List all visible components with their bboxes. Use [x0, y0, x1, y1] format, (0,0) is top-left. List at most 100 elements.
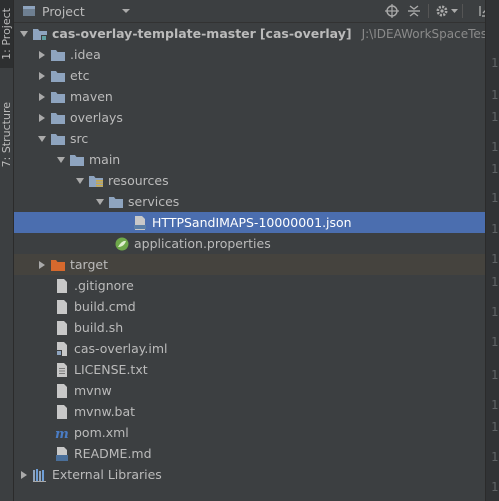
tree-node-label: overlays [70, 110, 123, 125]
tree-node-mvnw[interactable]: mvnw [14, 380, 485, 401]
tree-node-label: cas-overlay.iml [74, 341, 168, 356]
project-tree: cas-overlay-template-master [cas-overlay… [14, 23, 485, 501]
line-number: 1 [491, 305, 499, 319]
chevron-down-icon[interactable] [16, 26, 32, 42]
text-file-icon [54, 278, 70, 294]
folder-icon [50, 110, 66, 126]
chevron-right-icon[interactable] [16, 467, 32, 483]
tree-node-label: cas-overlay-template-master [52, 26, 256, 41]
tree-node-resources[interactable]: resources [14, 170, 485, 191]
tree-node-label: application.properties [134, 236, 271, 251]
chevron-down-icon[interactable] [121, 6, 131, 16]
tree-node-mvnw-bat[interactable]: mvnw.bat [14, 401, 485, 422]
tree-node-label: maven [70, 89, 113, 104]
tree-node-build-sh[interactable]: build.sh [14, 317, 485, 338]
chevron-down-icon[interactable] [34, 131, 50, 147]
tree-node-pom[interactable]: m pom.xml [14, 422, 485, 443]
chevron-down-icon[interactable] [53, 152, 69, 168]
module-name-tag: [cas-overlay] [259, 26, 352, 41]
text-file-icon [54, 404, 70, 420]
tree-node-label: services [128, 194, 180, 209]
tool-window-strip: 1: Project 7: Structure [0, 0, 14, 501]
tree-node-application-properties[interactable]: application.properties [14, 233, 485, 254]
text-file-icon [54, 383, 70, 399]
locate-icon[interactable] [384, 3, 400, 19]
module-path: J:\IDEAWorkSpaceTest\cas-ov [361, 26, 485, 41]
project-tool-window: 1: Project 7: Structure Project cas-over… [0, 0, 499, 501]
text-file-icon [54, 362, 70, 378]
markdown-file-icon [54, 446, 70, 462]
view-selector-label[interactable]: Project [42, 4, 85, 19]
tree-node-label: build.sh [74, 320, 124, 335]
tree-node-label: LICENSE.txt [74, 362, 148, 377]
collapse-all-icon[interactable] [406, 3, 422, 19]
header-separator [462, 4, 463, 18]
project-view-icon [23, 6, 35, 16]
chevron-right-icon[interactable] [34, 47, 50, 63]
chevron-right-icon[interactable] [34, 68, 50, 84]
chevron-right-icon[interactable] [34, 89, 50, 105]
tree-node-readme[interactable]: README.md [14, 443, 485, 464]
tree-node-label: .idea [70, 47, 101, 62]
tree-node-target[interactable]: target [14, 254, 485, 275]
tree-node-label: .gitignore [74, 278, 134, 293]
spring-leaf-icon [114, 236, 130, 252]
tree-node-label: resources [108, 173, 169, 188]
gear-dropdown-icon[interactable] [451, 8, 458, 14]
header-separator [428, 4, 429, 18]
project-view-header: Project [14, 0, 499, 23]
tree-node-idea[interactable]: .idea [14, 44, 485, 65]
text-file-icon [54, 320, 70, 336]
maven-icon: m [54, 425, 70, 441]
line-number: 1 [491, 335, 499, 349]
tree-node-src[interactable]: src [14, 128, 485, 149]
text-file-icon [54, 299, 70, 315]
tree-node-services[interactable]: services [14, 191, 485, 212]
tree-node-main[interactable]: main [14, 149, 485, 170]
tree-node-label: HTTPSandIMAPS-10000001.json [152, 215, 352, 230]
tree-node-gitignore[interactable]: .gitignore [14, 275, 485, 296]
line-number: 1 [491, 191, 499, 205]
tree-node-label: pom.xml [74, 425, 129, 440]
folder-icon [50, 47, 66, 63]
tree-node-label: main [89, 152, 121, 167]
line-number: 1 [491, 110, 499, 124]
tree-node-label: build.cmd [74, 299, 136, 314]
tree-node-build-cmd[interactable]: build.cmd [14, 296, 485, 317]
line-number: 1 [491, 420, 499, 434]
tree-node-label: etc [70, 68, 90, 83]
module-folder-icon [32, 26, 48, 42]
chevron-right-icon[interactable] [34, 110, 50, 126]
excluded-folder-icon [50, 257, 66, 273]
tree-node-license[interactable]: LICENSE.txt [14, 359, 485, 380]
chevron-down-icon[interactable] [72, 173, 88, 189]
structure-tab-label: 7: Structure [0, 102, 13, 168]
line-number: 1 [491, 88, 499, 102]
tree-node-root[interactable]: cas-overlay-template-master [cas-overlay… [14, 23, 485, 44]
chevron-right-icon[interactable] [34, 257, 50, 273]
structure-tool-tab[interactable]: 7: Structure [0, 92, 13, 178]
line-number: 1 [491, 222, 499, 236]
folder-icon [108, 194, 124, 210]
chevron-down-icon[interactable] [92, 194, 108, 210]
line-number: 1 [491, 162, 499, 176]
tree-node-overlays[interactable]: overlays [14, 107, 485, 128]
project-tool-tab[interactable]: 1: Project [0, 0, 13, 68]
folder-icon [50, 68, 66, 84]
module-file-icon [54, 341, 70, 357]
folder-icon [50, 131, 66, 147]
tree-node-etc[interactable]: etc [14, 65, 485, 86]
gear-icon[interactable] [434, 3, 450, 19]
tree-node-json-file[interactable]: HTTPSandIMAPS-10000001.json [14, 212, 485, 233]
tree-node-maven[interactable]: maven [14, 86, 485, 107]
tree-node-label: target [70, 257, 109, 272]
tree-node-label: src [70, 131, 89, 146]
resources-folder-icon [88, 173, 104, 189]
editor-gutter: 1 1 1 1 1 1 1 1 1 1 1 1 1 1 1 1 [485, 0, 499, 501]
folder-icon [50, 89, 66, 105]
tree-node-external-libraries[interactable]: External Libraries [14, 464, 485, 485]
line-number: 1 [491, 368, 499, 382]
tree-node-iml[interactable]: cas-overlay.iml [14, 338, 485, 359]
line-number: 1 [491, 398, 499, 412]
svg-text:m: m [55, 427, 69, 441]
